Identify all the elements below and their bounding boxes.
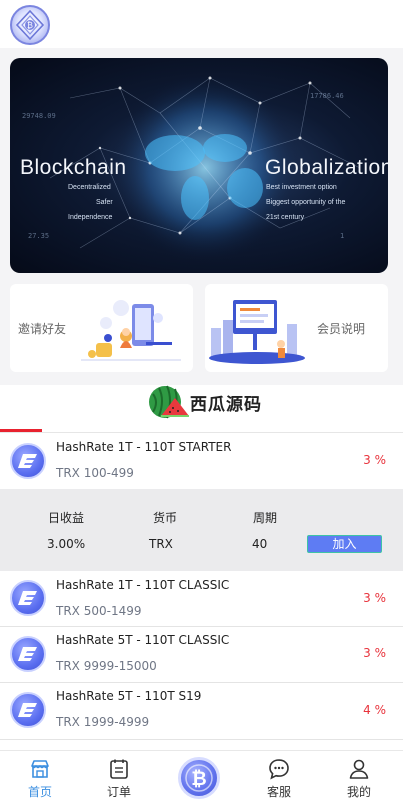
watermelon-logo-icon (149, 385, 189, 419)
tab-mine-label: 我的 (346, 785, 371, 799)
banner-left-line-2: Safer (96, 199, 113, 206)
product-range: TRX 9999-15000 (56, 659, 157, 673)
coin-logo-icon (10, 636, 46, 672)
period-value: 40 (252, 537, 268, 551)
product-item-partial[interactable] (0, 740, 403, 750)
product-item[interactable]: HashRate 1T - 110T STARTER TRX 100-499 3… (0, 433, 403, 489)
product-rate: 4 % (363, 703, 386, 717)
tab-orders[interactable]: 订单 (79, 751, 159, 802)
member-illustration-icon (209, 300, 305, 364)
product-item[interactable]: HashRate 5T - 110T CLASSIC TRX 9999-1500… (0, 627, 403, 682)
member-info-label: 会员说明 (317, 322, 366, 336)
invite-friends-label: 邀请好友 (18, 322, 67, 336)
product-detail-panel: 日收益 货币 周期 3.00% TRX 40 (0, 489, 403, 571)
period-header: 周期 (253, 511, 278, 525)
tab-mine[interactable]: 我的 (319, 751, 399, 802)
tab-home[interactable]: 首页 (0, 751, 80, 802)
chat-bubble-icon (269, 759, 289, 780)
banner-right-line-2: Biggest opportunity of the (266, 199, 346, 206)
invite-illustration-icon (81, 300, 181, 361)
banner-right-line-1: Best investment option (266, 184, 337, 191)
svg-text:27.35: 27.35 (28, 232, 49, 240)
tab-home-label: 首页 (27, 785, 52, 799)
product-item[interactable]: HashRate 1T - 110T CLASSIC TRX 500-1499 … (0, 571, 403, 626)
product-range: TRX 100-499 (56, 466, 134, 480)
product-name: HashRate 1T - 110T STARTER (56, 440, 232, 454)
invite-friends-card[interactable]: 邀请好友 (10, 284, 193, 372)
home-store-icon (31, 760, 49, 778)
banner-title-left: Blockchain (20, 156, 127, 179)
product-name: HashRate 1T - 110T CLASSIC (56, 578, 230, 592)
svg-text:₿: ₿ (27, 21, 33, 30)
feature-cards: 邀请好友 会员说明 (10, 284, 388, 372)
hero-banner[interactable]: 29748.09 17786.46 1 27.35 Blockchain Glo… (10, 58, 388, 273)
orders-list-icon (110, 759, 128, 779)
product-name: HashRate 5T - 110T S19 (56, 689, 202, 703)
banner-title-right: Globalization (265, 156, 388, 179)
svg-text:29748.09: 29748.09 (22, 112, 56, 120)
tab-service[interactable]: 客服 (239, 751, 319, 802)
page: ₿ 29748.09 17786.46 1 27.35 Blockchain G… (0, 0, 403, 802)
banner-right-line-3: 21st century (266, 214, 305, 221)
tab-center-bitcoin-button[interactable]: ₿ (178, 757, 220, 799)
brand-text: 西瓜源码 (190, 395, 262, 415)
svg-text:1: 1 (340, 232, 344, 240)
user-profile-icon (349, 759, 369, 779)
currency-value: TRX (149, 537, 173, 551)
coin-logo-icon (10, 692, 46, 728)
member-info-card[interactable]: 会员说明 (205, 284, 388, 372)
currency-header: 货币 (153, 511, 178, 525)
app-logo-icon[interactable]: ₿ (10, 5, 50, 45)
svg-text:₿: ₿ (191, 768, 206, 790)
product-item[interactable]: HashRate 5T - 110T S19 TRX 1999-4999 4 % (0, 683, 403, 739)
coin-logo-icon (10, 443, 46, 479)
banner-left-line-1: Decentralized (68, 184, 111, 191)
product-name: HashRate 5T - 110T CLASSIC (56, 633, 230, 647)
product-rate: 3 % (363, 591, 386, 605)
product-rate: 3 % (363, 646, 386, 660)
svg-text:17786.46: 17786.46 (310, 92, 344, 100)
join-button[interactable]: 加入 (307, 535, 382, 553)
product-range: TRX 1999-4999 (56, 715, 150, 729)
daily-income-header: 日收益 (48, 511, 85, 525)
daily-income-value: 3.00% (47, 537, 86, 551)
product-rate: 3 % (363, 453, 386, 467)
tab-service-label: 客服 (266, 785, 291, 799)
coin-logo-icon (10, 580, 46, 616)
bitcoin-icon: ₿ (185, 764, 213, 792)
banner-left-line-3: Independence (68, 214, 113, 221)
product-range: TRX 500-1499 (56, 604, 142, 618)
top-bar: ₿ (0, 0, 403, 48)
tab-orders-label: 订单 (106, 785, 131, 799)
